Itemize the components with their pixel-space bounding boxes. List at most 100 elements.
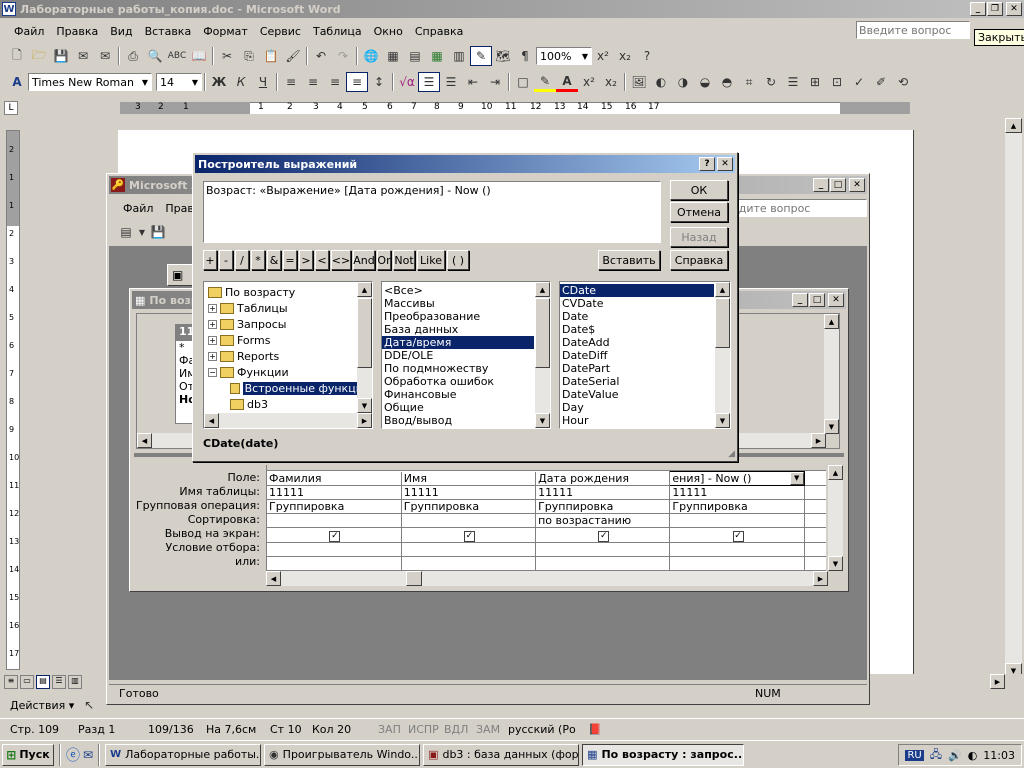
underline-button[interactable]: Ч xyxy=(252,72,274,92)
scroll-up-icon[interactable]: ▲ xyxy=(828,465,843,480)
restore-button[interactable]: ❐ xyxy=(987,2,1003,16)
word-title-bar[interactable]: W Лабораторные работы_копия.doc - Micros… xyxy=(0,0,1024,18)
taskbar-query[interactable]: ▦ По возрасту : запрос... xyxy=(582,743,745,766)
menu-help[interactable]: Справка xyxy=(409,25,469,38)
transparent-icon[interactable]: ✐ xyxy=(870,72,892,92)
operator-button[interactable]: - xyxy=(219,250,233,270)
qbe-cell[interactable] xyxy=(804,556,826,571)
chevron-down-icon[interactable]: ▼ xyxy=(789,472,804,485)
operator-button[interactable]: < xyxy=(315,250,329,270)
scroll-thumb[interactable] xyxy=(535,298,550,368)
open-folder-icon[interactable]: 🗁 xyxy=(28,46,50,66)
qbe-cell[interactable]: ения] - Now () ▼ xyxy=(669,471,805,486)
menu-insert[interactable]: Вставка xyxy=(139,25,198,38)
qbe-cell[interactable] xyxy=(401,513,537,528)
format-picture-icon[interactable]: ✓ xyxy=(848,72,870,92)
scroll-thumb[interactable] xyxy=(357,298,372,368)
qbe-cell[interactable]: Дата рождения xyxy=(535,471,671,486)
qbe-cell[interactable] xyxy=(267,542,402,557)
checked-checkbox[interactable]: ✓ xyxy=(463,531,475,542)
operator-button[interactable]: * xyxy=(251,250,265,270)
superscript2-icon[interactable]: x² xyxy=(578,72,600,92)
columns-icon[interactable]: ▥ xyxy=(448,46,470,66)
scroll-thumb[interactable] xyxy=(406,571,422,586)
document-map-icon[interactable]: 🗺 xyxy=(492,46,514,66)
access-minimize-button[interactable]: _ xyxy=(813,178,829,192)
help-icon[interactable]: ? xyxy=(636,46,658,66)
show-hide-icon[interactable]: ¶ xyxy=(514,46,536,66)
scroll-left-icon[interactable]: ◀ xyxy=(204,413,219,428)
qbe-cell[interactable]: 11111 xyxy=(535,485,671,500)
equation-icon[interactable]: √α xyxy=(396,72,418,92)
category-item[interactable]: <Все> xyxy=(382,284,534,297)
qbe-cell[interactable]: 11111 xyxy=(267,485,402,500)
qbe-cell[interactable] xyxy=(535,542,671,557)
qbe-cell[interactable]: Имя xyxy=(401,471,537,486)
checked-checkbox[interactable]: ✓ xyxy=(732,531,744,542)
function-item[interactable]: Date$ xyxy=(560,323,714,336)
query-close-button[interactable]: ✕ xyxy=(828,293,844,307)
operator-button[interactable]: Like xyxy=(417,250,445,270)
save-icon[interactable]: 💾 xyxy=(50,46,72,66)
ok-button[interactable]: ОК xyxy=(670,180,728,200)
category-item[interactable]: Обработка ошибок xyxy=(382,375,534,388)
qbe-cell[interactable] xyxy=(267,513,402,528)
qbe-cell[interactable] xyxy=(804,485,826,500)
align-center-icon[interactable]: ≡ xyxy=(302,72,324,92)
tree-item[interactable]: + Forms xyxy=(204,332,372,348)
drawing-icon[interactable]: ✎ xyxy=(470,46,492,66)
qbe-cell[interactable] xyxy=(804,527,826,543)
builder-close-button[interactable]: ✕ xyxy=(717,157,733,171)
outline-view-icon[interactable]: ☰ xyxy=(52,675,66,689)
bullets-icon[interactable]: ☰ xyxy=(440,72,462,92)
qbe-cell[interactable]: ✓ xyxy=(669,527,805,543)
font-color-icon[interactable]: A xyxy=(556,72,578,92)
bold-button[interactable]: Ж xyxy=(208,72,230,92)
spelling-icon[interactable]: ABC xyxy=(166,46,188,66)
qbe-cell[interactable] xyxy=(804,499,826,514)
new-document-icon[interactable]: 🗋 xyxy=(6,46,28,66)
email-icon[interactable]: ✉ xyxy=(94,46,116,66)
category-item[interactable]: Финансовые xyxy=(382,388,534,401)
expand-icon[interactable]: + xyxy=(208,319,217,329)
menu-view[interactable]: Вид xyxy=(104,25,138,38)
menu-tools[interactable]: Сервис xyxy=(254,25,307,38)
help-button[interactable]: Справка xyxy=(670,250,728,270)
print-view-icon[interactable]: ▤ xyxy=(36,675,50,689)
chevron-down-icon[interactable]: ▼ xyxy=(137,222,147,242)
category-item[interactable]: Ввод/вывод xyxy=(382,414,534,427)
qbe-cell[interactable] xyxy=(669,542,805,557)
category-item[interactable]: Дата/время xyxy=(382,336,534,349)
ie-quicklaunch-icon[interactable]: ⓔ xyxy=(66,745,80,765)
styles-icon[interactable]: A xyxy=(6,72,28,92)
draw-actions-menu[interactable]: Действия ▾ xyxy=(6,699,78,712)
highlight-icon[interactable]: ✎ xyxy=(534,72,556,92)
object-tree[interactable]: По возрасту + Таблицы + Запросы + Forms + Report… xyxy=(203,281,373,429)
scroll-up-icon[interactable]: ▲ xyxy=(824,314,839,329)
category-item[interactable]: DDE/OLE xyxy=(382,349,534,362)
category-item[interactable]: Общие xyxy=(382,401,534,414)
scroll-up-icon[interactable]: ▲ xyxy=(1005,118,1022,133)
table-pane-vscroll[interactable]: ▲ ▼ xyxy=(824,314,839,434)
superscript-icon[interactable]: x² xyxy=(592,46,614,66)
qbe-cell[interactable] xyxy=(804,471,826,486)
shape4-icon[interactable]: ◓ xyxy=(716,72,738,92)
qbe-cell[interactable]: Группировка xyxy=(401,499,537,514)
scroll-thumb[interactable] xyxy=(715,298,730,348)
align-right-icon[interactable]: ≡ xyxy=(324,72,346,92)
function-item[interactable]: Day xyxy=(560,401,714,414)
status-rec[interactable]: ЗАП xyxy=(378,723,401,736)
function-item[interactable]: DateValue xyxy=(560,388,714,401)
menu-format[interactable]: Формат xyxy=(197,25,254,38)
taskbar-db3[interactable]: ▣ db3 : база данных (фор... xyxy=(423,743,580,766)
qbe-cell[interactable]: Группировка xyxy=(669,499,805,514)
query-minimize-button[interactable]: _ xyxy=(792,293,808,307)
qbe-cell[interactable]: Фамилия xyxy=(267,471,402,486)
expand-icon[interactable]: + xyxy=(208,303,217,313)
function-item[interactable]: Date xyxy=(560,310,714,323)
qbe-cell[interactable] xyxy=(401,556,537,571)
checked-checkbox[interactable]: ✓ xyxy=(329,531,341,542)
crop-icon[interactable]: ⌗ xyxy=(738,72,760,92)
status-ext[interactable]: ВДЛ xyxy=(444,723,468,736)
qbe-columns-area[interactable]: Фамилия Имя Дата рождения ения] - Now () ▼ 11… xyxy=(266,465,826,571)
